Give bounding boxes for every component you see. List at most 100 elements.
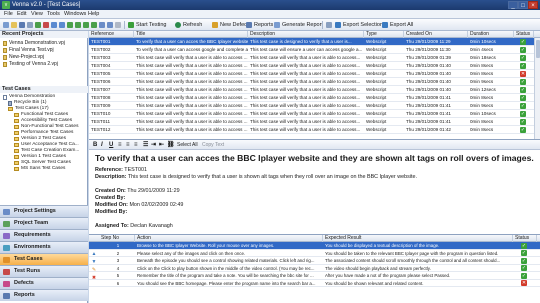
menu-file[interactable]: File bbox=[4, 11, 13, 18]
step-row[interactable]: 3 Beneath the episode you should see a co… bbox=[89, 257, 540, 265]
bullets-icon[interactable]: ☰ bbox=[143, 142, 148, 148]
menu-windows[interactable]: Windows bbox=[64, 11, 86, 18]
arrow-down-icon[interactable] bbox=[83, 22, 89, 28]
table-row[interactable]: TEST003 This test case will verify that a… bbox=[89, 54, 540, 62]
cell-duration: 0min 8secs bbox=[470, 127, 494, 132]
nav-requirements[interactable]: Requirements bbox=[0, 229, 88, 241]
new-icon[interactable] bbox=[3, 22, 9, 28]
table-row[interactable]: TEST006 This test case will verify that a… bbox=[89, 78, 540, 86]
filter-icon[interactable] bbox=[99, 22, 105, 28]
nav-reports[interactable]: Reports bbox=[0, 289, 88, 301]
find-icon[interactable] bbox=[107, 22, 113, 28]
column-header-expected-result[interactable]: Expected Result bbox=[323, 235, 513, 242]
align-center-icon[interactable]: ≡ bbox=[126, 142, 130, 148]
grid-scrollbar[interactable] bbox=[534, 38, 540, 139]
table-row[interactable]: TEST004 This test case will verify that a… bbox=[89, 62, 540, 70]
arrow-down-icon[interactable] bbox=[67, 22, 73, 28]
column-header-step-status[interactable]: Status bbox=[513, 235, 537, 242]
table-row[interactable]: TEST005 This test case will verify that a… bbox=[89, 70, 540, 78]
menu-help[interactable]: Help bbox=[88, 11, 99, 18]
cell-created-on: Thu 29/01/2009 01:39 bbox=[406, 55, 451, 60]
delete-icon[interactable] bbox=[43, 22, 49, 28]
nav-test-runs[interactable]: Test Runs bbox=[0, 265, 88, 277]
arrow-up-icon[interactable] bbox=[75, 22, 81, 28]
indent-icon[interactable]: ⇥ bbox=[151, 142, 156, 148]
start-testing-button[interactable]: Start Testing bbox=[128, 21, 166, 29]
table-row[interactable]: TEST007 This test case will verify that a… bbox=[89, 86, 540, 94]
add-icon[interactable] bbox=[35, 22, 41, 28]
options-icon[interactable] bbox=[115, 22, 121, 28]
table-row[interactable]: TEST010 This test case will verify that a… bbox=[89, 110, 540, 118]
export-all-button[interactable]: Export All bbox=[382, 21, 413, 29]
column-header-title[interactable]: Title bbox=[134, 31, 248, 38]
minimize-button[interactable]: _ bbox=[508, 1, 518, 9]
column-header-step-no[interactable]: Step No bbox=[99, 235, 135, 242]
close-button[interactable]: × bbox=[528, 1, 538, 9]
table-row[interactable]: TEST008 This test case will verify that a… bbox=[89, 94, 540, 102]
generate-report-button[interactable]: Generate Report bbox=[274, 21, 323, 29]
step-row[interactable]: 4 Click on the Click to play button shown… bbox=[89, 265, 540, 272]
cell-type: Webscript bbox=[366, 71, 387, 76]
outdent-icon[interactable]: ⇤ bbox=[159, 142, 164, 148]
cell-duration: 0min 9secs bbox=[470, 79, 494, 84]
window-title: Venna v2.0 - [Test Cases] bbox=[12, 2, 81, 8]
align-left-icon[interactable]: ≡ bbox=[118, 142, 122, 148]
scrollbar-thumb[interactable] bbox=[536, 40, 540, 58]
step-row[interactable]: 2 Please select any of the images and cli… bbox=[89, 250, 540, 257]
grid-icon[interactable] bbox=[326, 22, 332, 28]
recent-project-label: Venna Demonstration.vpj bbox=[9, 40, 65, 46]
nav-defects[interactable]: Defects bbox=[0, 277, 88, 289]
paste-icon[interactable] bbox=[59, 22, 65, 28]
refresh-button[interactable]: Refresh bbox=[175, 21, 202, 29]
recent-project-label: Testing of Venna 2.vpj bbox=[9, 61, 58, 67]
column-header-duration[interactable]: Duration bbox=[468, 31, 514, 38]
cell-action: Beneath the episode you should see a con… bbox=[137, 258, 315, 263]
new-defect-button[interactable]: New Defect bbox=[212, 21, 248, 29]
tree-item[interactable]: MS Sans Test Cases bbox=[14, 166, 65, 172]
column-header-status[interactable]: Status bbox=[514, 31, 534, 38]
recent-project-item[interactable]: Testing of Venna 2.vpj bbox=[3, 61, 58, 67]
column-header-type[interactable]: Type bbox=[364, 31, 404, 38]
table-row[interactable]: TEST001 To verify that a user can acces t… bbox=[89, 38, 540, 46]
table-row[interactable]: TEST011 This test case will verify that a… bbox=[89, 118, 540, 126]
modified-on-label: Modified On: bbox=[95, 202, 128, 208]
recent-project-item[interactable]: New-Project.vpj bbox=[3, 54, 44, 60]
cell-reference: TEST006 bbox=[91, 79, 111, 84]
reports-button[interactable]: Reports bbox=[246, 21, 273, 29]
nav-project-settings[interactable]: Project Settings bbox=[0, 205, 88, 217]
column-header-created-on[interactable]: Created On bbox=[404, 31, 468, 38]
menu-view[interactable]: View bbox=[31, 11, 43, 18]
cell-description: This test case will verify that a user i… bbox=[250, 127, 361, 132]
copy-icon[interactable] bbox=[51, 22, 57, 28]
italic-icon[interactable]: I bbox=[101, 142, 103, 148]
print-icon[interactable] bbox=[27, 22, 33, 28]
table-row[interactable]: TEST009 This test case will verify that a… bbox=[89, 102, 540, 110]
copy-text-button[interactable]: Copy Text bbox=[202, 142, 224, 148]
column-header-reference[interactable]: Reference bbox=[89, 31, 134, 38]
nav-environments[interactable]: Environments bbox=[0, 241, 88, 253]
step-row[interactable]: 1 Browse to the BBC Iplayer Website. Roll… bbox=[89, 242, 540, 250]
table-row[interactable]: TEST012 This test case will verify that a… bbox=[89, 126, 540, 134]
underline-icon[interactable]: U bbox=[109, 142, 113, 148]
open-icon[interactable] bbox=[11, 22, 17, 28]
maximize-button[interactable]: □ bbox=[518, 1, 528, 9]
bold-icon[interactable]: B bbox=[93, 142, 97, 148]
column-header-description[interactable]: Description bbox=[248, 31, 364, 38]
recent-project-item[interactable]: Final Venna Test.vpj bbox=[3, 47, 54, 53]
menu-tools[interactable]: Tools bbox=[47, 11, 60, 18]
column-header-action[interactable]: Action bbox=[135, 235, 323, 242]
step-row[interactable]: 5 Remember the title of the program and t… bbox=[89, 272, 540, 280]
table-row[interactable]: TEST002 To verify that a user can access … bbox=[89, 46, 540, 54]
recent-project-item[interactable]: Venna Demonstration.vpj bbox=[3, 40, 65, 46]
export-selection-button[interactable]: Export Selection bbox=[335, 21, 383, 29]
nav-test-cases[interactable]: Test Cases bbox=[0, 253, 88, 265]
save-icon[interactable] bbox=[19, 22, 25, 28]
arrow-up-icon[interactable] bbox=[91, 22, 97, 28]
select-all-button[interactable]: Select All bbox=[177, 142, 198, 148]
step-row[interactable]: 6 You should see the BBC homepage. Please… bbox=[89, 280, 540, 287]
nav-label: Project Team bbox=[14, 220, 49, 226]
nav-project-team[interactable]: Project Team bbox=[0, 217, 88, 229]
align-right-icon[interactable]: ≡ bbox=[134, 142, 138, 148]
link-icon[interactable]: ⛓ bbox=[167, 142, 175, 148]
menu-edit[interactable]: Edit bbox=[17, 11, 26, 18]
